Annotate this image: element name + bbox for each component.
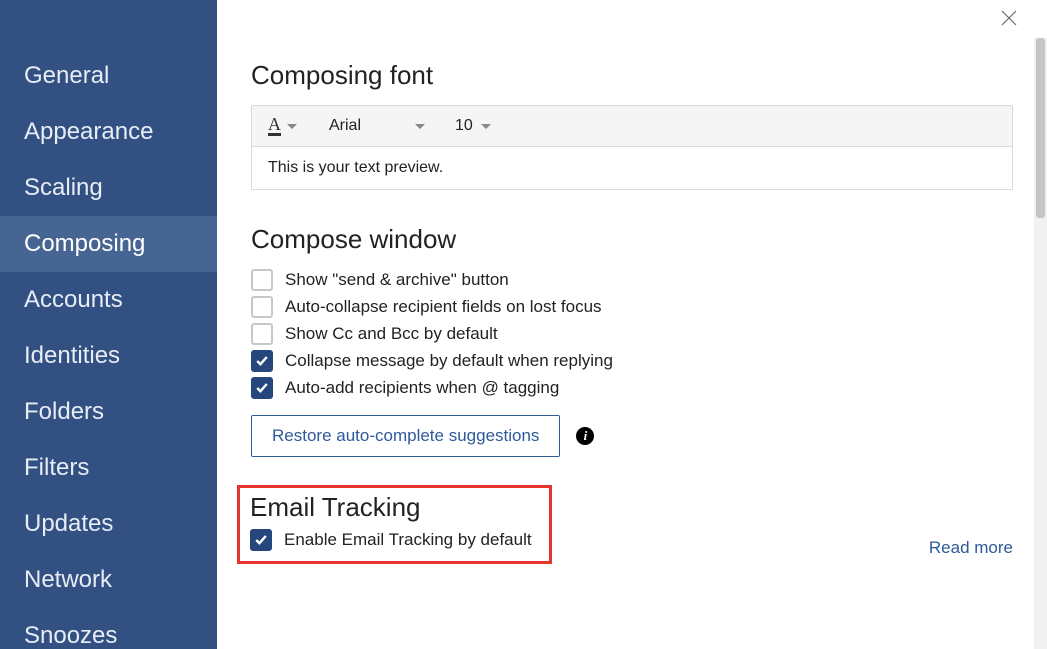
settings-sidebar: General Appearance Scaling Composing Acc… xyxy=(0,0,217,649)
option-auto-collapse-recipients[interactable]: Auto-collapse recipient fields on lost f… xyxy=(251,296,1013,318)
composing-font-title: Composing font xyxy=(251,60,1013,91)
settings-window: General Appearance Scaling Composing Acc… xyxy=(0,0,1047,649)
font-color-icon: A xyxy=(268,116,281,136)
font-family-dropdown[interactable]: Arial xyxy=(329,117,425,135)
composing-font-section: Composing font A Arial 10 xyxy=(251,60,1013,190)
compose-window-section: Compose window Show "send & archive" but… xyxy=(251,224,1013,457)
sidebar-item-network[interactable]: Network xyxy=(0,552,217,608)
sidebar-item-scaling[interactable]: Scaling xyxy=(0,160,217,216)
checkbox-unchecked-icon xyxy=(251,323,273,345)
sidebar-item-updates[interactable]: Updates xyxy=(0,496,217,552)
sidebar-item-appearance[interactable]: Appearance xyxy=(0,104,217,160)
option-label: Enable Email Tracking by default xyxy=(284,530,532,550)
email-tracking-title: Email Tracking xyxy=(250,492,539,523)
option-label: Auto-add recipients when @ tagging xyxy=(285,378,559,398)
option-enable-email-tracking[interactable]: Enable Email Tracking by default xyxy=(250,529,539,551)
option-label: Show Cc and Bcc by default xyxy=(285,324,498,344)
checkbox-unchecked-icon xyxy=(251,296,273,318)
checkbox-checked-icon xyxy=(251,377,273,399)
font-size-value: 10 xyxy=(455,117,473,135)
sidebar-item-snoozes[interactable]: Snoozes xyxy=(0,608,217,649)
vertical-scrollbar[interactable] xyxy=(1034,38,1047,649)
composing-font-box: A Arial 10 This is your text preview. xyxy=(251,105,1013,190)
font-size-dropdown[interactable]: 10 xyxy=(455,117,491,135)
checkbox-checked-icon xyxy=(251,350,273,372)
option-show-cc-bcc[interactable]: Show Cc and Bcc by default xyxy=(251,323,1013,345)
composing-font-toolbar: A Arial 10 xyxy=(252,106,1012,146)
chevron-down-icon xyxy=(481,124,491,129)
email-tracking-read-more-link[interactable]: Read more xyxy=(929,538,1013,558)
sidebar-item-composing[interactable]: Composing xyxy=(0,216,217,272)
compose-window-title: Compose window xyxy=(251,224,1013,255)
email-tracking-section: Email Tracking Enable Email Tracking by … xyxy=(251,457,1013,564)
chevron-down-icon xyxy=(415,124,425,129)
sidebar-item-accounts[interactable]: Accounts xyxy=(0,272,217,328)
font-preview-text: This is your text preview. xyxy=(252,146,1012,189)
option-label: Collapse message by default when replyin… xyxy=(285,351,613,371)
chevron-down-icon xyxy=(287,124,297,129)
close-button[interactable] xyxy=(1001,10,1021,30)
info-icon[interactable]: i xyxy=(576,427,594,445)
option-label: Show "send & archive" button xyxy=(285,270,509,290)
scrollbar-thumb[interactable] xyxy=(1036,38,1045,218)
sidebar-item-general[interactable]: General xyxy=(0,48,217,104)
sidebar-item-filters[interactable]: Filters xyxy=(0,440,217,496)
restore-autocomplete-button[interactable]: Restore auto-complete suggestions xyxy=(251,415,560,457)
restore-row: Restore auto-complete suggestions i xyxy=(251,415,1013,457)
checkbox-checked-icon xyxy=(250,529,272,551)
sidebar-item-identities[interactable]: Identities xyxy=(0,328,217,384)
font-family-value: Arial xyxy=(329,117,361,135)
font-color-dropdown[interactable]: A xyxy=(268,116,297,136)
option-collapse-message-reply[interactable]: Collapse message by default when replyin… xyxy=(251,350,1013,372)
option-auto-add-recipients[interactable]: Auto-add recipients when @ tagging xyxy=(251,377,1013,399)
email-tracking-highlight: Email Tracking Enable Email Tracking by … xyxy=(237,485,552,564)
checkbox-unchecked-icon xyxy=(251,269,273,291)
option-label: Auto-collapse recipient fields on lost f… xyxy=(285,297,602,317)
option-send-archive[interactable]: Show "send & archive" button xyxy=(251,269,1013,291)
close-icon xyxy=(1001,10,1017,26)
sidebar-item-folders[interactable]: Folders xyxy=(0,384,217,440)
settings-content: Composing font A Arial 10 xyxy=(217,0,1047,649)
